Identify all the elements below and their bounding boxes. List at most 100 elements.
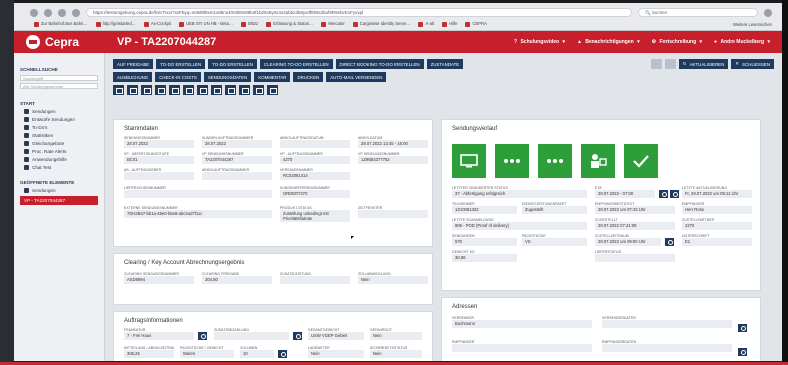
tool-icon[interactable] [225, 85, 236, 95]
bookmark[interactable]: http://getstarted… [95, 21, 136, 27]
field-value[interactable] [602, 344, 732, 352]
bookmark[interactable]: CEPRA [465, 21, 487, 27]
field-value[interactable]: Nein [370, 350, 422, 358]
tool-icon[interactable] [239, 85, 250, 95]
field-value[interactable]: USW VGEP Gebiet [308, 332, 364, 340]
field-value[interactable]: 28.07.2022 [124, 140, 194, 148]
back-icon[interactable] [30, 8, 38, 17]
refresh-icon[interactable] [665, 238, 674, 246]
toolbar-button[interactable]: SENDUNGSDATEN [203, 72, 252, 82]
field-value[interactable]: 28.07.2022 [202, 140, 272, 148]
field-value[interactable]: 28.07.2022 13:45 - 16:00 [358, 140, 428, 148]
field-value[interactable]: VS [522, 238, 587, 246]
field-value[interactable]: BC01 [124, 156, 194, 164]
more-bookmarks[interactable]: Weitere Lesezeichen [733, 22, 772, 27]
field-value[interactable]: RC02081414 [280, 172, 350, 180]
tool-icon[interactable] [183, 85, 194, 95]
tool-icon[interactable] [211, 85, 222, 95]
tool-icon[interactable] [127, 85, 138, 95]
app-logo[interactable]: Cepra [14, 31, 105, 53]
quicksearch-select[interactable]: Alle Sendungsnummer [20, 83, 98, 89]
bookmark[interactable]: Cargowise Identity Serve… [352, 21, 410, 27]
tool-icon[interactable] [113, 85, 124, 95]
field-value[interactable]: 29.07.2022 um 09:00 Uhr [595, 238, 661, 246]
url-bar[interactable]: https://testumgebung.cepra.de/fa/cTrxx/?… [86, 8, 632, 17]
tool-icon[interactable] [155, 85, 166, 95]
field-value[interactable]: 29.07.2022 07:41:08 [595, 222, 675, 230]
field-value[interactable]: Fr, 29.07.2022 um 09:11 Uhr [682, 190, 752, 198]
edit-icon[interactable] [278, 350, 287, 358]
nav-schulungsvideo[interactable]: ? Schulungsvideo ▾ [514, 39, 565, 45]
field-value[interactable] [358, 210, 428, 218]
field-value[interactable] [124, 190, 272, 198]
field-value[interactable]: 37 - Abfertigung erfolgreich [452, 190, 587, 198]
bookmark[interactable]: Mercator [321, 21, 345, 27]
field-value[interactable]: ASD8994 [124, 276, 194, 284]
bookmark[interactable]: A-alt [418, 21, 434, 27]
sidebar-item-hilfe[interactable]: Anwendungshilfe [24, 157, 98, 162]
nav-benachrichtigungen[interactable]: ▲ Benachrichtigungen ▾ [577, 39, 640, 45]
sidebar-item-chat[interactable]: Chat Test [24, 165, 98, 170]
info-icon[interactable] [670, 190, 679, 198]
field-value[interactable]: 4270 [280, 156, 350, 164]
field-value[interactable] [595, 254, 675, 262]
field-value[interactable]: 30,86 [452, 254, 517, 262]
refresh-icon[interactable] [659, 190, 668, 198]
edit-icon[interactable] [738, 348, 747, 356]
field-value[interactable]: 4270 [682, 222, 752, 230]
toolbar-button[interactable]: AUSBUCHUNG [113, 72, 153, 82]
field-value[interactable]: 10 [240, 350, 274, 358]
quicksearch-input[interactable]: Suchbegriff [20, 75, 98, 81]
bookmark[interactable]: As-Cockpit [143, 21, 171, 27]
field-value[interactable]: 7DH2B47-bb1a-46e0-b5e8-abc2ad7f11c [124, 210, 272, 218]
tool-icon[interactable] [267, 85, 278, 95]
field-value[interactable] [202, 172, 272, 180]
field-value[interactable]: Waren [180, 350, 234, 358]
bookmark[interactable]: Blitzz [241, 21, 258, 27]
refresh-button[interactable]: ↻ AKTUALISIEREN [678, 59, 729, 69]
field-value[interactable]: 306,25 [124, 350, 174, 358]
field-value[interactable]: 304,80 [202, 276, 272, 284]
toolbar-button[interactable]: KOMMENTAR [254, 72, 291, 82]
field-value[interactable] [602, 320, 732, 328]
home-icon[interactable] [72, 8, 80, 17]
field-value[interactable]: Buchmann [452, 320, 592, 328]
field-value[interactable]: ORDER7270 [280, 190, 350, 198]
field-value[interactable]: 1Z10081322 [452, 206, 517, 214]
bookmark[interactable]: Erfassung & Status… [266, 21, 313, 27]
toolbar-button[interactable]: DIRECT BOOKING TO-DO ERSTELLEN [335, 59, 424, 69]
field-value[interactable] [280, 140, 350, 148]
reload-icon[interactable] [58, 8, 66, 17]
sidebar-item-todos[interactable]: To-Do's [24, 125, 98, 130]
field-value[interactable]: Nein [358, 276, 428, 284]
tool-icon[interactable] [141, 85, 152, 95]
sidebar-item-sendungen[interactable]: Sendungen [24, 109, 98, 114]
open-item-sendungen[interactable]: Sendungen [24, 188, 98, 193]
sidebar-item-rate-alerts[interactable]: Proc. Rate Alerts [24, 149, 98, 154]
toolbar-button[interactable]: CLEARING TO-DO ERSTELLEN [260, 59, 333, 69]
field-value[interactable]: 7 - Frei Haus [124, 332, 194, 340]
toolbar-button[interactable]: AUTO-MAIL VERSENDEN [326, 72, 387, 82]
tool-icon[interactable] [197, 85, 208, 95]
field-value[interactable]: 570 [452, 238, 517, 246]
edit-icon[interactable] [198, 332, 207, 340]
toolbar-button[interactable]: ZUSTANDATE [426, 59, 464, 69]
bookmark[interactable]: Zur Bahnhof.Bus Bahn… [34, 21, 88, 27]
field-value[interactable]: 29.07.2022 - 07:00 [595, 190, 655, 198]
sidebar-item-statistiken[interactable]: Statistiken [24, 133, 98, 138]
tool-icon[interactable] [169, 85, 180, 95]
sidebar-item-gleichangebote[interactable]: Gleichangebote [24, 141, 98, 146]
prev-icon[interactable] [650, 59, 662, 69]
toolbar-button[interactable]: DRUCKEN [293, 72, 324, 82]
field-value[interactable]: Herr Rose [682, 206, 752, 214]
edit-icon[interactable] [738, 324, 747, 332]
open-item-current[interactable]: VP - TA2207044287 [20, 196, 98, 205]
nav-user[interactable]: ● Andre Muckelberg ▾ [714, 39, 770, 45]
toolbar-button[interactable]: CHECK-IN COSTS [155, 72, 201, 82]
close-button[interactable]: ✕ SCHLIESSEN [731, 59, 774, 69]
edit-icon[interactable] [293, 332, 302, 340]
field-value[interactable] [280, 276, 350, 284]
field-value[interactable]: TA2207044287 [202, 156, 272, 164]
nav-fortschreibung[interactable]: ⚙ Fortschreibung ▾ [652, 39, 702, 45]
next-icon[interactable] [664, 59, 676, 69]
